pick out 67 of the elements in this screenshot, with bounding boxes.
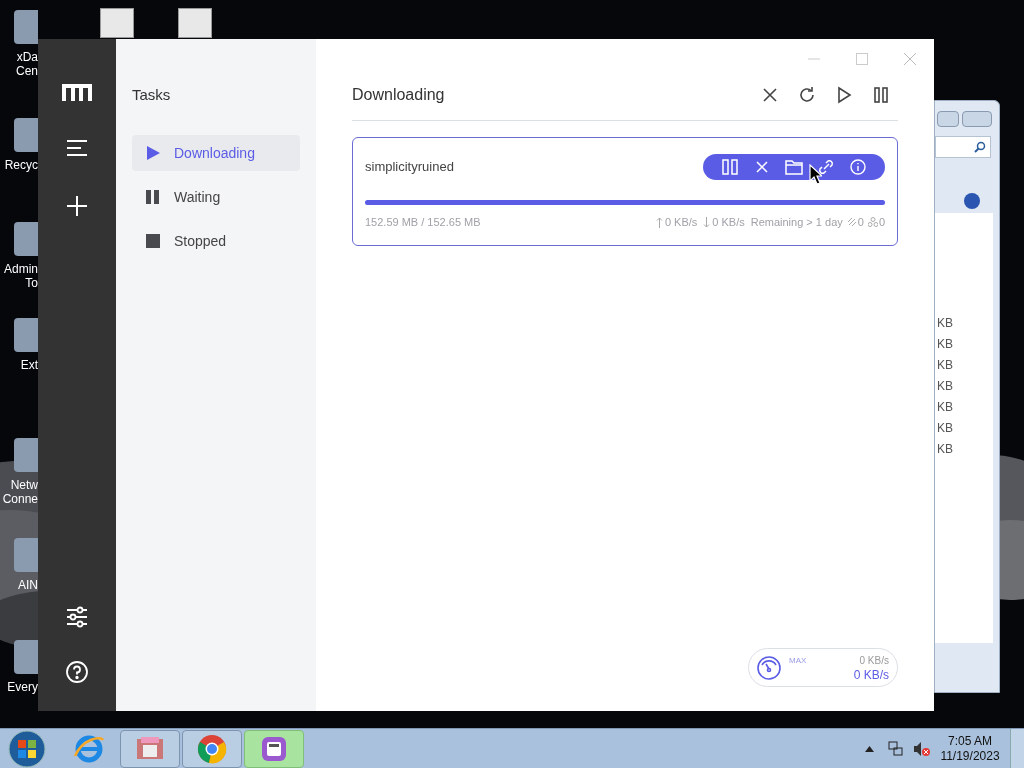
speedometer-icon <box>757 655 781 680</box>
connection-count: 0 <box>857 215 864 230</box>
app-icon <box>261 735 287 762</box>
task-size: 152.59 MB / 152.65 MB <box>365 215 481 230</box>
taskbar-button[interactable] <box>182 729 242 768</box>
sidebar-item[interactable]: Downloading <box>132 135 300 171</box>
desktop-icon-label[interactable]: Ext <box>20 358 38 372</box>
sidebar-item[interactable]: Stopped <box>132 223 300 259</box>
taskbar-button[interactable] <box>120 729 180 768</box>
desktop-icon-label[interactable]: Admin <box>4 262 38 276</box>
volume-muted-icon[interactable] <box>913 740 930 757</box>
upload-speed: 0 KB/s <box>859 653 889 668</box>
chrome-icon <box>197 733 227 764</box>
task-name: simplicityruined <box>365 158 454 177</box>
desktop-icon-label[interactable]: Conne <box>2 492 38 506</box>
speed-limit-label: MAX <box>789 655 807 667</box>
start-button[interactable] <box>8 729 46 768</box>
peer-count: 0 <box>878 215 885 230</box>
remaining-time: Remaining > 1 day <box>750 215 843 230</box>
sidebar-title: Tasks <box>132 85 172 105</box>
sidebar-item[interactable]: Waiting <box>132 179 300 215</box>
file-size: KB <box>937 336 953 353</box>
link-icon[interactable] <box>817 159 835 175</box>
upload-arrow-icon <box>655 216 663 228</box>
stop-icon <box>146 234 160 248</box>
desktop-icon-label[interactable]: xDa <box>16 50 38 64</box>
desktop-icon-label[interactable]: AIN <box>18 578 38 592</box>
desktop-icon-label[interactable]: Cen <box>16 64 38 78</box>
settings-icon[interactable] <box>66 606 88 628</box>
pause-icon[interactable] <box>721 159 739 175</box>
info-icon[interactable] <box>849 159 867 175</box>
file-size: KB <box>937 441 953 458</box>
search-field[interactable] <box>935 136 991 158</box>
network-icon[interactable] <box>888 740 904 757</box>
download-arrow-icon <box>703 216 711 228</box>
task-card[interactable]: simplicityruined 152.59 MB / 152.65 MB 0 KB/s 0 KB/s Remaining > 1 day 0 0 <box>352 137 898 246</box>
file-size: KB <box>937 378 953 395</box>
pause-icon <box>146 190 160 204</box>
refresh-icon[interactable] <box>798 85 816 104</box>
menu-icon[interactable] <box>66 140 88 156</box>
peers-icon <box>867 217 878 228</box>
taskbar-button[interactable] <box>244 729 304 768</box>
file-size: KB <box>937 399 953 416</box>
pause-icon[interactable] <box>872 85 890 104</box>
file-size: KB <box>937 357 953 374</box>
desktop-icon-label[interactable]: Every <box>7 680 38 694</box>
download-speed: 0 KB/s <box>712 215 745 230</box>
cursor-icon <box>809 164 822 185</box>
close-icon[interactable] <box>753 159 771 175</box>
clock-date[interactable]: 11/19/2023 <box>940 748 1000 764</box>
file-size: KB <box>937 315 953 332</box>
logo-icon[interactable] <box>62 84 92 102</box>
add-icon[interactable] <box>67 196 87 216</box>
play-icon[interactable] <box>835 85 853 104</box>
download-speed: 0 KB/s <box>853 667 889 683</box>
search-icon <box>974 141 986 153</box>
desktop-icon-label[interactable]: Netw <box>10 478 38 492</box>
file-size: KB <box>937 420 953 437</box>
page-title: Downloading <box>352 84 446 105</box>
close-icon[interactable] <box>761 85 779 104</box>
tray-arrow-icon[interactable] <box>865 745 874 752</box>
desktop-icon-label[interactable]: To <box>25 276 38 290</box>
upload-speed: 0 KB/s <box>664 215 698 230</box>
desktop-icon-label[interactable]: Recyc <box>4 158 38 172</box>
clock-time[interactable]: 7:05 AM <box>948 733 992 749</box>
folder-icon[interactable] <box>785 159 803 175</box>
play-icon <box>146 146 160 160</box>
